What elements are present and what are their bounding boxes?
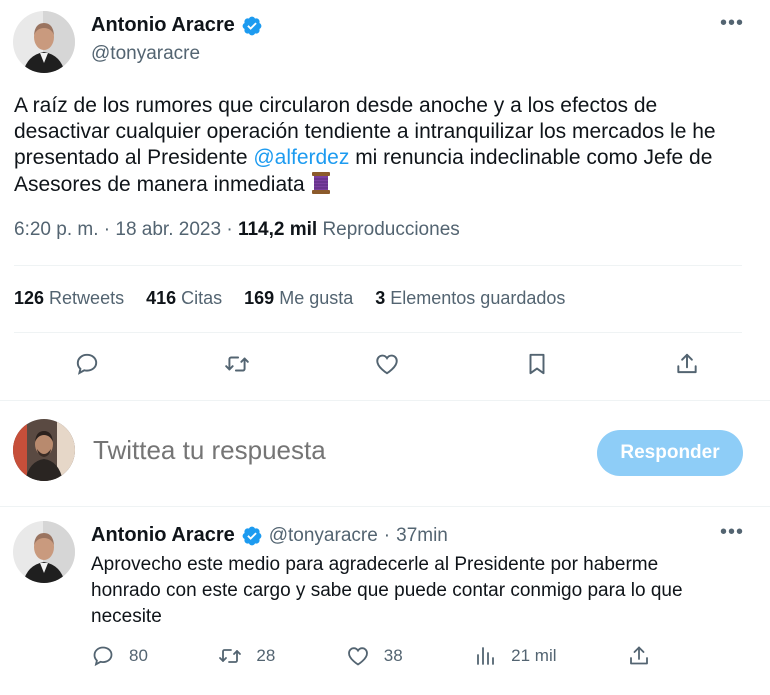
- likes-count: 169: [244, 288, 275, 308]
- tweet-actions: [60, 347, 714, 381]
- tweet-page: Antonio Aracre @tonyaracre ••• A raíz de…: [0, 0, 770, 695]
- share-icon: [630, 646, 648, 665]
- meta-separator: ·: [98, 219, 116, 240]
- reply-icon[interactable]: [60, 347, 114, 381]
- retweet-action[interactable]: 28: [218, 644, 275, 668]
- bookmark-icon[interactable]: [510, 347, 564, 381]
- like-icon[interactable]: [360, 347, 414, 381]
- like-action[interactable]: 38: [346, 644, 403, 668]
- meta-separator: ·: [221, 219, 238, 240]
- reply-composer: Responder: [0, 401, 770, 505]
- views-label: Reproducciones: [317, 219, 460, 240]
- like-icon: [347, 647, 368, 666]
- reply-tweet-text: Aprovecho este medio para agradecerle al…: [91, 554, 683, 627]
- replies-count: 80: [129, 646, 148, 665]
- reply-header: Antonio Aracre @tonyaracre · 37min: [91, 524, 448, 547]
- reply-action[interactable]: 80: [91, 644, 148, 668]
- author-name[interactable]: Antonio Aracre: [91, 14, 235, 37]
- likes-label: Me gusta: [274, 288, 354, 308]
- tweet-stats: 126 Retweets 416 Citas 169 Me gusta 3 El…: [14, 288, 565, 309]
- divider: [14, 332, 742, 333]
- thread-spool-emoji-icon: [311, 171, 331, 195]
- header-separator: ·: [383, 524, 391, 546]
- author-name[interactable]: Antonio Aracre: [91, 524, 235, 547]
- more-options-button[interactable]: •••: [720, 12, 744, 35]
- tweet-meta: 6:20 p. m. · 18 abr. 2023 · 114,2 mil Re…: [14, 219, 460, 241]
- divider: [14, 265, 742, 266]
- author-handle[interactable]: @tonyaracre: [269, 525, 378, 547]
- bookmarks-label: Elementos guardados: [385, 288, 566, 308]
- more-options-button[interactable]: •••: [720, 521, 744, 544]
- mention-link[interactable]: @alferdez: [253, 146, 349, 169]
- tweet-date[interactable]: 18 abr. 2023: [115, 219, 221, 240]
- tweet-text: A raíz de los rumores que circularon des…: [14, 93, 754, 198]
- my-avatar[interactable]: [13, 419, 75, 481]
- author-avatar[interactable]: [13, 521, 75, 583]
- views-count: 21 mil: [511, 646, 557, 665]
- quotes-stat[interactable]: 416 Citas: [146, 288, 222, 309]
- tweet-time[interactable]: 6:20 p. m.: [14, 219, 99, 240]
- tweet-time-ago[interactable]: 37min: [396, 525, 448, 547]
- bookmarks-stat[interactable]: 3 Elementos guardados: [375, 288, 565, 309]
- quotes-count: 416: [146, 288, 177, 308]
- bookmarks-count: 3: [375, 288, 386, 308]
- verified-badge-icon: [241, 15, 263, 37]
- likes-stat[interactable]: 169 Me gusta: [244, 288, 353, 309]
- author-handle[interactable]: @tonyaracre: [91, 43, 263, 65]
- author-avatar[interactable]: [13, 11, 75, 73]
- reply-tweet[interactable]: Antonio Aracre @tonyaracre · 37min ••• A…: [0, 506, 770, 695]
- verified-badge-icon: [241, 525, 263, 547]
- likes-count: 38: [383, 646, 403, 665]
- reply-input[interactable]: [93, 435, 533, 466]
- retweets-count: 126: [14, 288, 45, 308]
- views-count: 114,2 mil: [237, 219, 318, 240]
- views-action[interactable]: 21 mil: [473, 644, 557, 668]
- quotes-label: Citas: [176, 288, 223, 308]
- author-name-row: Antonio Aracre: [91, 14, 263, 37]
- reply-icon: [93, 646, 113, 667]
- views-chart-icon: [477, 647, 495, 665]
- share-icon[interactable]: [660, 347, 714, 381]
- main-tweet: Antonio Aracre @tonyaracre ••• A raíz de…: [0, 0, 770, 401]
- retweets-label: Retweets: [44, 288, 125, 308]
- retweet-icon[interactable]: [210, 347, 264, 381]
- retweets-count: 28: [256, 646, 276, 665]
- reply-tweet-actions: 80 28 38 21 mil: [91, 644, 651, 668]
- reply-button[interactable]: Responder: [597, 430, 743, 476]
- author-block: Antonio Aracre @tonyaracre: [91, 14, 263, 65]
- retweets-stat[interactable]: 126 Retweets: [14, 288, 124, 309]
- retweet-icon: [219, 649, 242, 663]
- share-action[interactable]: [627, 644, 651, 668]
